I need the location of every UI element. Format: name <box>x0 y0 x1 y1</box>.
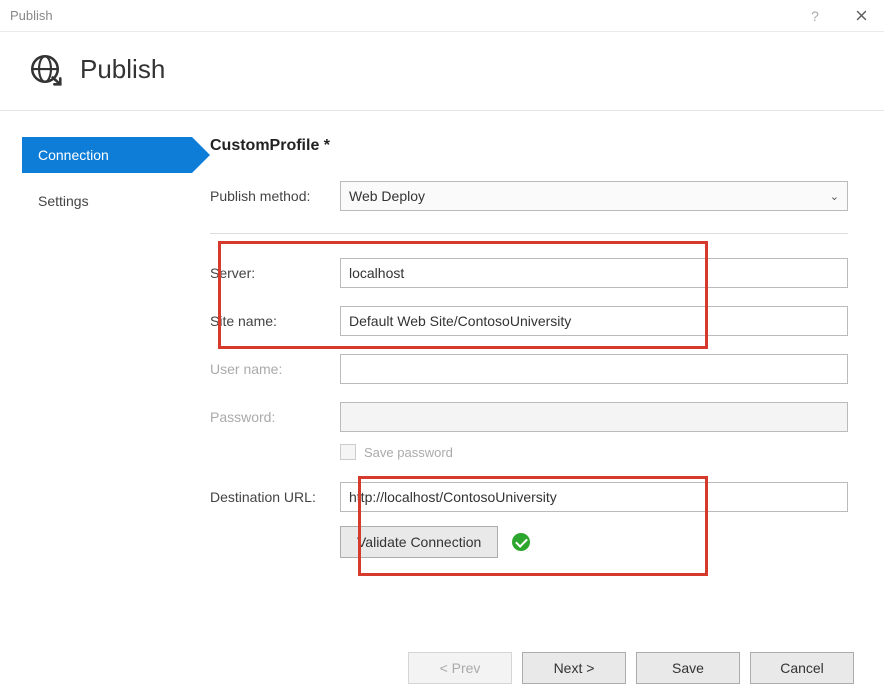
site-name-input[interactable] <box>340 306 848 336</box>
password-input[interactable] <box>340 402 848 432</box>
cancel-button[interactable]: Cancel <box>750 652 854 684</box>
sidebar-item-settings[interactable]: Settings <box>22 183 200 219</box>
title-bar: Publish ? <box>0 0 884 32</box>
sidebar: Connection Settings <box>0 137 200 558</box>
help-button[interactable]: ? <box>792 0 838 32</box>
footer-buttons: < Prev Next > Save Cancel <box>408 652 854 684</box>
label-password: Password: <box>210 409 340 425</box>
select-value: Web Deploy <box>349 188 425 204</box>
validate-connection-button[interactable]: Validate Connection <box>340 526 498 558</box>
server-input[interactable] <box>340 258 848 288</box>
label-destination-url: Destination URL: <box>210 489 340 505</box>
window-title: Publish <box>10 8 792 23</box>
label-server: Server: <box>210 265 340 281</box>
sidebar-item-connection[interactable]: Connection <box>22 137 192 173</box>
label-site-name: Site name: <box>210 313 340 329</box>
label-save-password: Save password <box>364 445 453 460</box>
next-button[interactable]: Next > <box>522 652 626 684</box>
row-publish-method: Publish method: Web Deploy ⌄ <box>210 181 848 211</box>
close-icon <box>856 10 867 21</box>
page-header: Publish <box>0 32 884 111</box>
validation-success-icon <box>512 533 530 551</box>
publish-icon <box>28 52 62 86</box>
sidebar-item-label: Connection <box>38 147 109 163</box>
publish-method-select[interactable]: Web Deploy ⌄ <box>340 181 848 211</box>
row-save-password: Save password <box>340 444 848 460</box>
row-destination-url: Destination URL: <box>210 482 848 512</box>
page-title: Publish <box>80 54 165 85</box>
body: Connection Settings CustomProfile * Publ… <box>0 111 884 558</box>
form-content: CustomProfile * Publish method: Web Depl… <box>200 137 884 558</box>
label-user-name: User name: <box>210 361 340 377</box>
row-user-name: User name: <box>210 354 848 384</box>
row-site-name: Site name: <box>210 306 848 336</box>
save-button[interactable]: Save <box>636 652 740 684</box>
row-validate: Validate Connection <box>340 526 848 558</box>
row-password: Password: <box>210 402 848 432</box>
sidebar-item-label: Settings <box>38 193 89 209</box>
profile-name: CustomProfile * <box>210 137 848 155</box>
user-name-input[interactable] <box>340 354 848 384</box>
divider <box>210 233 848 234</box>
destination-url-input[interactable] <box>340 482 848 512</box>
prev-button: < Prev <box>408 652 512 684</box>
chevron-down-icon: ⌄ <box>830 190 839 203</box>
close-button[interactable] <box>838 0 884 32</box>
save-password-checkbox[interactable] <box>340 444 356 460</box>
row-server: Server: <box>210 258 848 288</box>
label-publish-method: Publish method: <box>210 188 340 204</box>
